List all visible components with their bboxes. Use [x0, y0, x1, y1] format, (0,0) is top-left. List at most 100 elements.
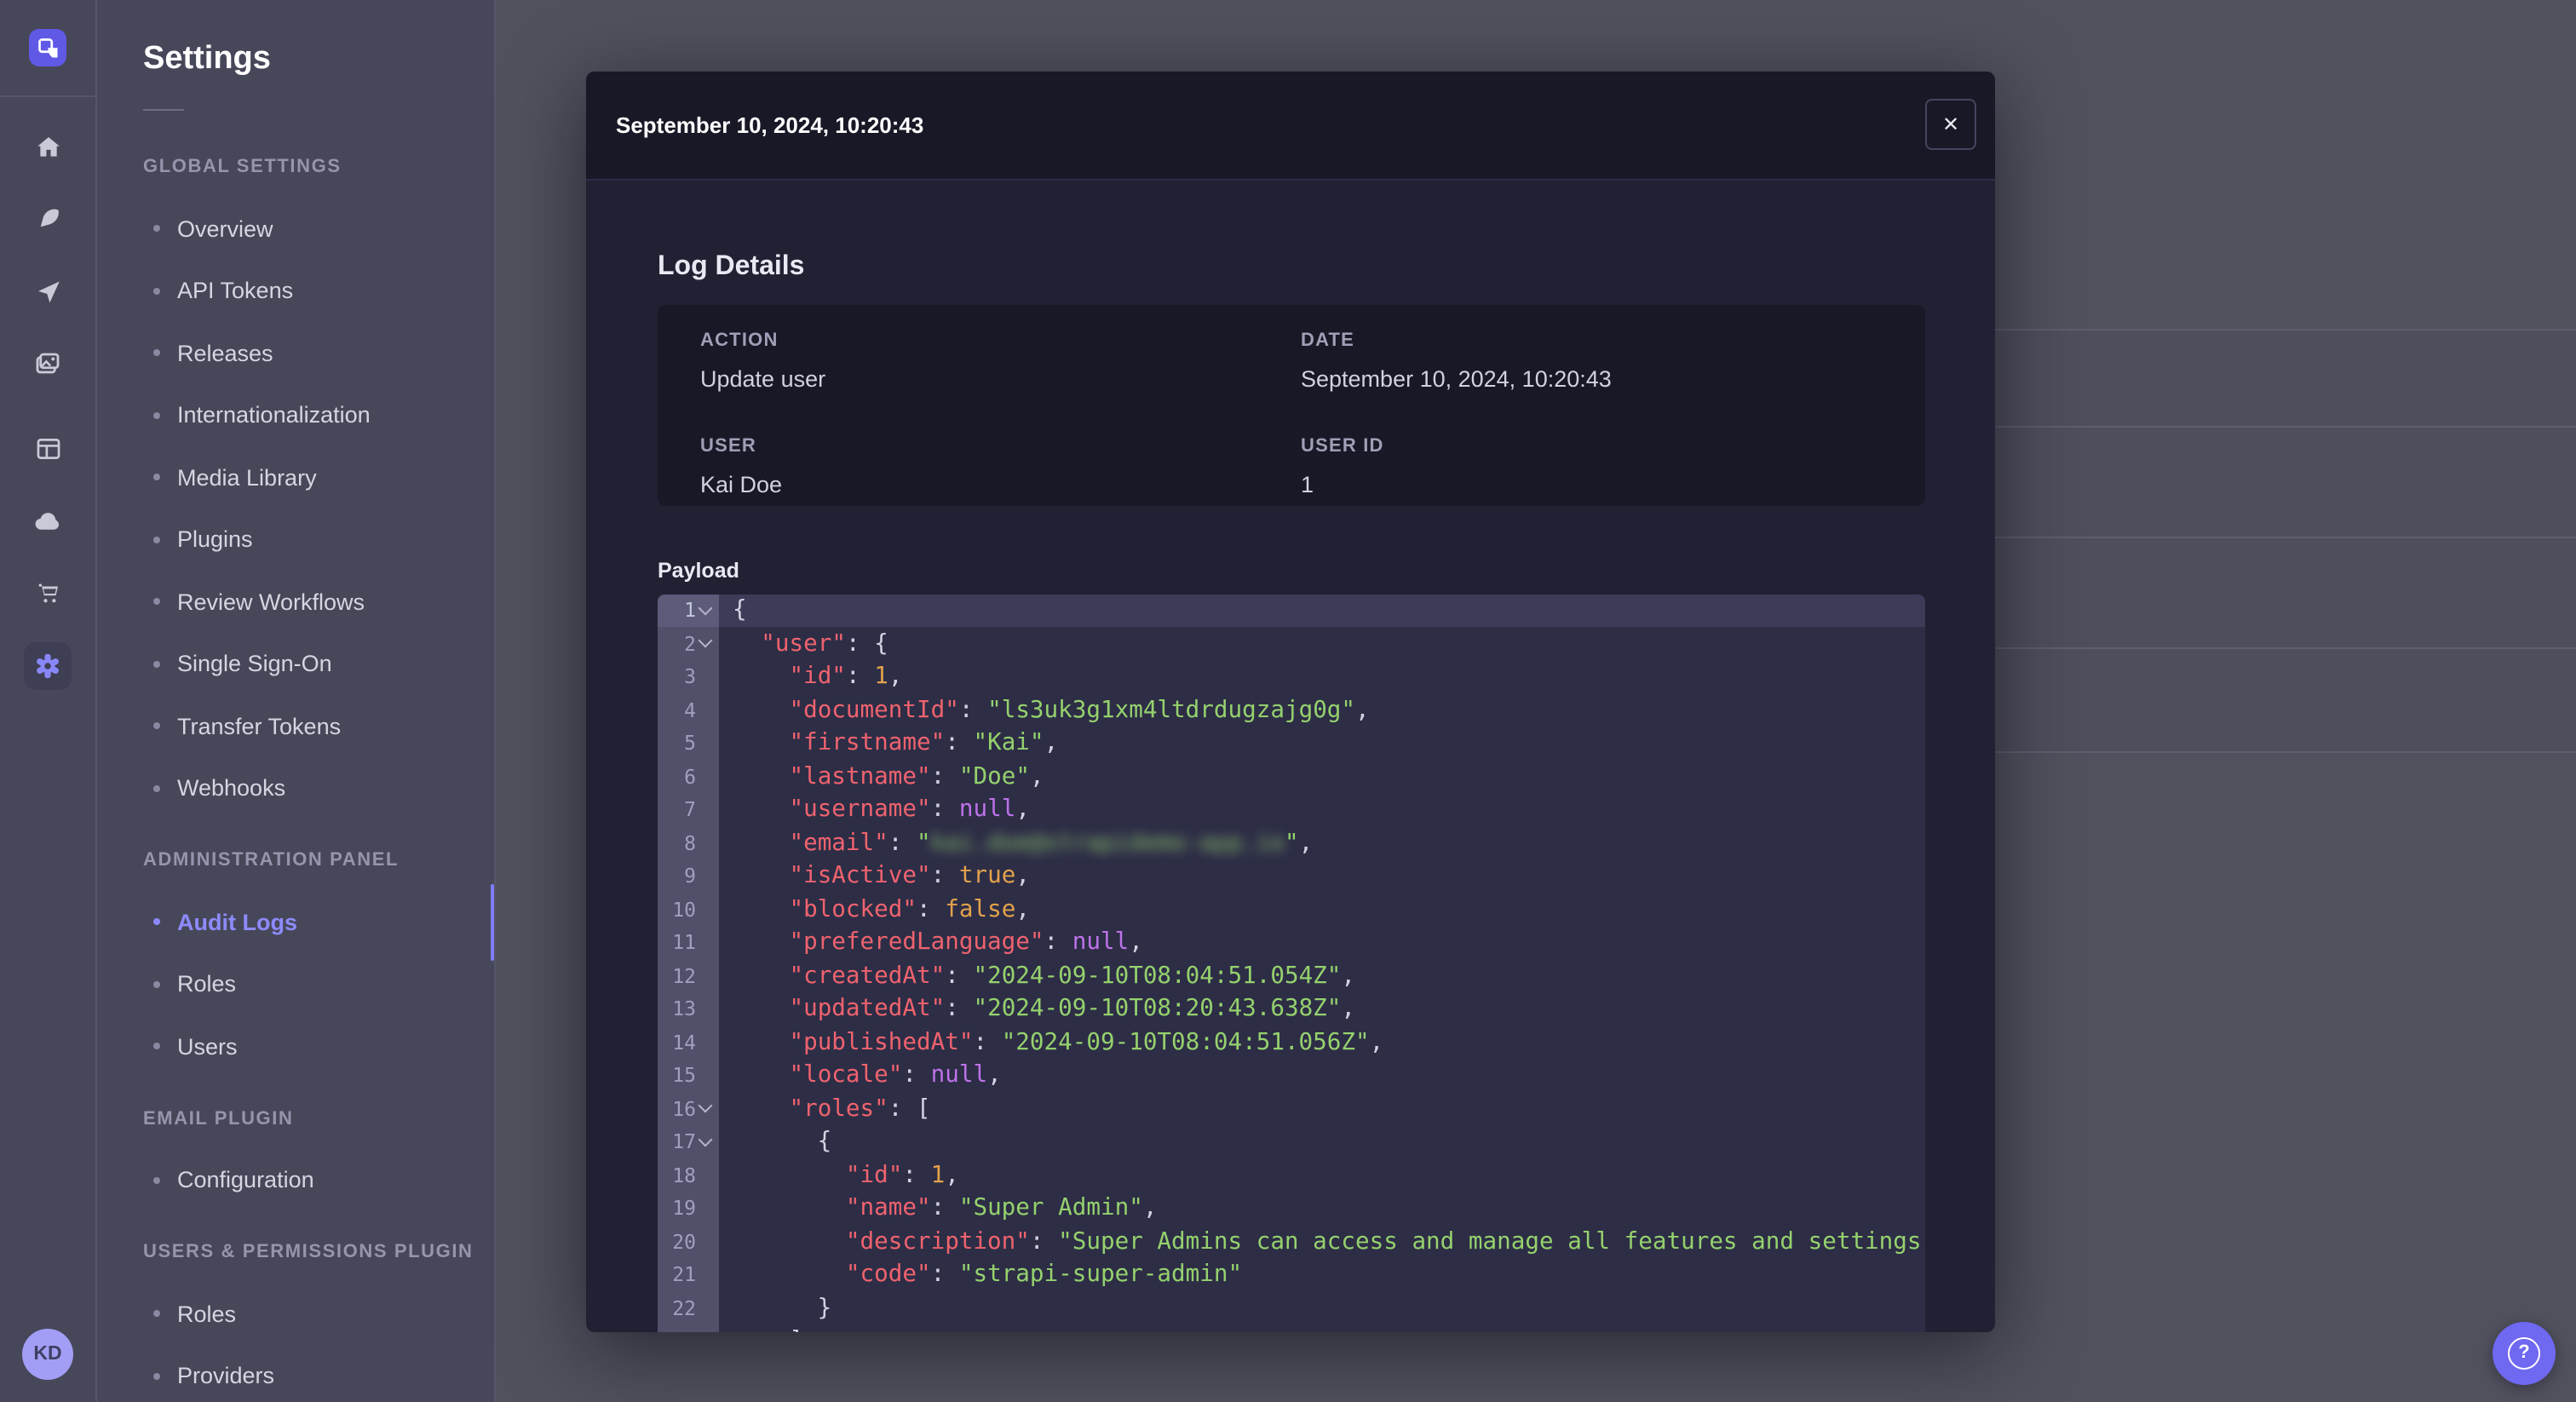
code-token: :: [1044, 928, 1072, 957]
sidebar-item-releases[interactable]: Releases: [143, 322, 494, 384]
code-line: 17 {: [658, 1125, 1925, 1158]
code-text: "publishedAt": "2024-09-10T08:04:51.056Z…: [718, 1026, 1925, 1059]
line-number-gutter: 16: [658, 1092, 718, 1125]
rail-item-marketplace[interactable]: [0, 557, 95, 629]
code-line: 5 "firstname": "Kai",: [658, 727, 1925, 760]
code-token: false: [945, 895, 1016, 923]
code-line: 19 "name": "Super Admin",: [658, 1192, 1925, 1225]
code-text: "blocked": false,: [718, 893, 1925, 926]
sidebar-item-webhooks[interactable]: Webhooks: [143, 757, 494, 819]
fold-chevron-icon[interactable]: [698, 603, 713, 618]
line-number: 22: [672, 1296, 696, 1320]
fold-chevron-icon[interactable]: [698, 1135, 713, 1150]
rail-item-cloud[interactable]: [0, 485, 95, 557]
line-number: 12: [672, 963, 696, 988]
code-token: :: [902, 1061, 931, 1089]
code-token: ,: [1015, 796, 1030, 824]
sidebar-item-users[interactable]: Users: [143, 1015, 494, 1077]
sidebar-item-internationalization[interactable]: Internationalization: [143, 384, 494, 446]
code-token: "lastname": [789, 762, 931, 790]
line-number-gutter: 6: [658, 760, 718, 793]
code-token: "description": [845, 1227, 1030, 1255]
code-token: :: [930, 1194, 959, 1222]
code-token: "firstname": [789, 729, 946, 757]
line-number: 10: [672, 897, 696, 922]
detail-cell-user-id: USER ID 1: [1301, 436, 1925, 505]
code-text: "email": " kai.doe@strapidemo-app.io ",: [718, 826, 1925, 859]
code-line: 15 "locale": null,: [658, 1059, 1925, 1092]
line-number: 3: [684, 664, 696, 689]
user-avatar[interactable]: KD: [22, 1329, 73, 1380]
rail-item-deploy[interactable]: [0, 256, 95, 328]
code-line: 23 ],: [658, 1324, 1925, 1332]
line-number-gutter: 13: [658, 992, 718, 1026]
code-token: "roles": [789, 1095, 888, 1123]
line-number-gutter: 3: [658, 660, 718, 693]
code-token: ,: [1142, 1194, 1158, 1222]
rail-item-media-library[interactable]: [0, 328, 95, 400]
sidebar-item-label: Releases: [177, 340, 273, 366]
fold-chevron-icon[interactable]: [698, 1101, 713, 1117]
code-token: ,: [1044, 729, 1059, 757]
sidebar-item-overview[interactable]: Overview: [143, 198, 494, 260]
line-number-gutter: 2: [658, 627, 718, 660]
layout-icon: [24, 425, 72, 473]
line-number-gutter: 21: [658, 1258, 718, 1291]
fold-chevron-icon[interactable]: [698, 636, 713, 652]
line-number: 11: [672, 930, 696, 955]
code-text: {: [718, 594, 1925, 627]
sidebar-item-roles[interactable]: Roles: [143, 953, 494, 1015]
sidebar-item-label: Users: [177, 1033, 238, 1060]
code-token: ,: [1341, 962, 1356, 990]
code-text: "name": "Super Admin",: [718, 1192, 1925, 1225]
close-icon: ✕: [1941, 112, 1960, 136]
code-token: ,: [1355, 696, 1370, 724]
sidebar-item-providers[interactable]: Providers: [143, 1345, 494, 1402]
code-line: 6 "lastname": "Doe",: [658, 760, 1925, 793]
rail-item-content-builder[interactable]: [0, 183, 95, 256]
code-token: 1: [930, 1161, 946, 1189]
code-text: "description": "Super Admins can access …: [718, 1225, 1925, 1258]
sidebar-item-transfer-tokens[interactable]: Transfer Tokens: [143, 695, 494, 757]
help-button[interactable]: ?: [2493, 1321, 2556, 1384]
sidebar-item-plugins[interactable]: Plugins: [143, 509, 494, 571]
sidebar-item-roles[interactable]: Roles: [143, 1283, 494, 1345]
sidebar-item-label: Roles: [177, 971, 237, 997]
code-text: "id": 1,: [718, 1158, 1925, 1192]
code-line: 16 "roles": [: [658, 1092, 1925, 1125]
close-button[interactable]: ✕: [1925, 99, 1976, 150]
code-token: "Kai": [973, 729, 1044, 757]
detail-label: USER ID: [1301, 436, 1384, 457]
sidebar-item-audit-logs[interactable]: Audit Logs: [143, 891, 494, 953]
code-text: "id": 1,: [718, 660, 1925, 693]
line-number: 7: [684, 797, 696, 822]
line-number-gutter: 15: [658, 1059, 718, 1092]
sidebar-item-api-tokens[interactable]: API Tokens: [143, 260, 494, 322]
detail-value: 1: [1301, 472, 1314, 497]
sidebar-item-media-library[interactable]: Media Library: [143, 446, 494, 509]
code-line: 7 "username": null,: [658, 793, 1925, 826]
line-number-gutter: 12: [658, 959, 718, 992]
line-number: 9: [684, 864, 696, 888]
sidebar-item-single-sign-on[interactable]: Single Sign-On: [143, 633, 494, 695]
log-details-modal: September 10, 2024, 10:20:43 ✕ Log Detai…: [586, 71, 1995, 1332]
code-line: 13 "updatedAt": "2024-09-10T08:20:43.638…: [658, 992, 1925, 1026]
workspace-button[interactable]: [0, 0, 95, 97]
code-token: "name": [845, 1194, 931, 1222]
code-token: "createdAt": [789, 962, 946, 990]
rail-item-home[interactable]: [0, 111, 95, 183]
sidebar-item-configuration[interactable]: Configuration: [143, 1149, 494, 1211]
payload-code-viewer[interactable]: 1{2 "user": {3 "id": 1,4 "documentId": "…: [658, 594, 1925, 1332]
sidebar-item-review-workflows[interactable]: Review Workflows: [143, 571, 494, 633]
detail-value: September 10, 2024, 10:20:43: [1301, 365, 1612, 391]
rail-item-settings[interactable]: [0, 629, 95, 702]
rail-item-content-manager[interactable]: [0, 412, 95, 485]
payload-label: Payload: [658, 558, 739, 582]
code-token: :: [930, 1261, 959, 1289]
